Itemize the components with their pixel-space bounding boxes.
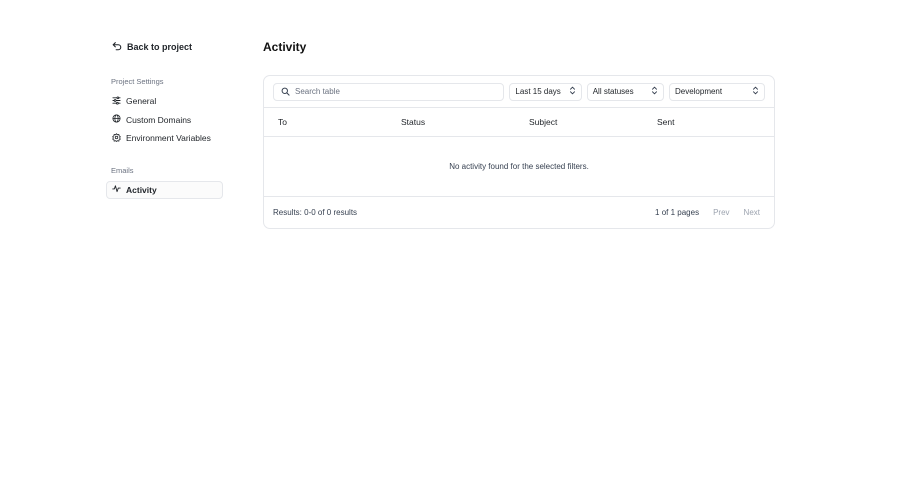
table-header: To Status Subject Sent bbox=[264, 108, 774, 137]
column-header-to: To bbox=[278, 117, 287, 127]
search-icon bbox=[281, 83, 290, 101]
back-to-project-link[interactable]: Back to project bbox=[112, 38, 224, 56]
chevron-up-down-icon bbox=[569, 86, 576, 97]
sidebar-item-label: General bbox=[126, 96, 157, 107]
table-toolbar: Last 15 days All statuses bbox=[264, 76, 774, 108]
environment-select[interactable]: Development bbox=[668, 82, 765, 101]
chevron-up-down-icon bbox=[752, 86, 759, 97]
date-range-value: Last 15 days bbox=[515, 87, 561, 96]
status-value: All statuses bbox=[592, 87, 634, 96]
sidebar-item-custom-domains[interactable]: Custom Domains bbox=[106, 111, 224, 130]
empty-state-message: No activity found for the selected filte… bbox=[449, 162, 589, 171]
search-box bbox=[273, 82, 505, 101]
undo-arrow-icon bbox=[112, 41, 122, 53]
chevron-up-down-icon bbox=[651, 86, 658, 97]
sidebar-item-environment-variables[interactable]: Environment Variables bbox=[106, 129, 224, 148]
sidebar-item-label: Custom Domains bbox=[126, 114, 192, 125]
pagination: 1 of 1 pages Prev Next bbox=[655, 208, 760, 217]
sliders-icon bbox=[112, 96, 121, 107]
table-footer: Results: 0-0 of 0 results 1 of 1 pages P… bbox=[264, 197, 774, 228]
sidebar-item-activity[interactable]: Activity bbox=[106, 180, 223, 199]
sidebar-item-label: Environment Variables bbox=[126, 133, 211, 144]
emails-heading: Emails bbox=[111, 165, 134, 175]
prev-button[interactable]: Prev bbox=[713, 208, 729, 217]
sidebar: Back to project Project Settings General bbox=[106, 38, 224, 199]
page-info: 1 of 1 pages bbox=[655, 208, 700, 217]
date-range-select[interactable]: Last 15 days bbox=[509, 82, 582, 101]
main-content: Activity Last 15 days bbox=[263, 38, 775, 229]
activity-table-card: Last 15 days All statuses bbox=[263, 75, 775, 229]
activity-icon bbox=[112, 184, 121, 195]
results-summary: Results: 0-0 of 0 results bbox=[273, 208, 358, 217]
page: Back to project Project Settings General bbox=[0, 0, 900, 484]
empty-state: No activity found for the selected filte… bbox=[264, 137, 774, 197]
page-title: Activity bbox=[263, 40, 307, 54]
sidebar-item-general[interactable]: General bbox=[106, 92, 224, 111]
sidebar-item-label: Activity bbox=[126, 184, 157, 195]
environment-value: Development bbox=[674, 87, 723, 96]
next-button[interactable]: Next bbox=[744, 208, 760, 217]
status-select[interactable]: All statuses bbox=[586, 82, 664, 101]
column-header-status: Status bbox=[401, 117, 426, 127]
emails-nav: Activity bbox=[106, 180, 224, 199]
globe-icon bbox=[112, 114, 121, 125]
gear-icon bbox=[112, 132, 121, 144]
project-settings-heading: Project Settings bbox=[111, 77, 164, 86]
back-to-project-label: Back to project bbox=[127, 42, 193, 52]
search-input[interactable] bbox=[295, 87, 495, 96]
project-settings-nav: General Custom Domains Environment Varia… bbox=[106, 92, 224, 148]
column-header-subject: Subject bbox=[529, 117, 558, 127]
column-header-sent: Sent bbox=[657, 117, 675, 127]
